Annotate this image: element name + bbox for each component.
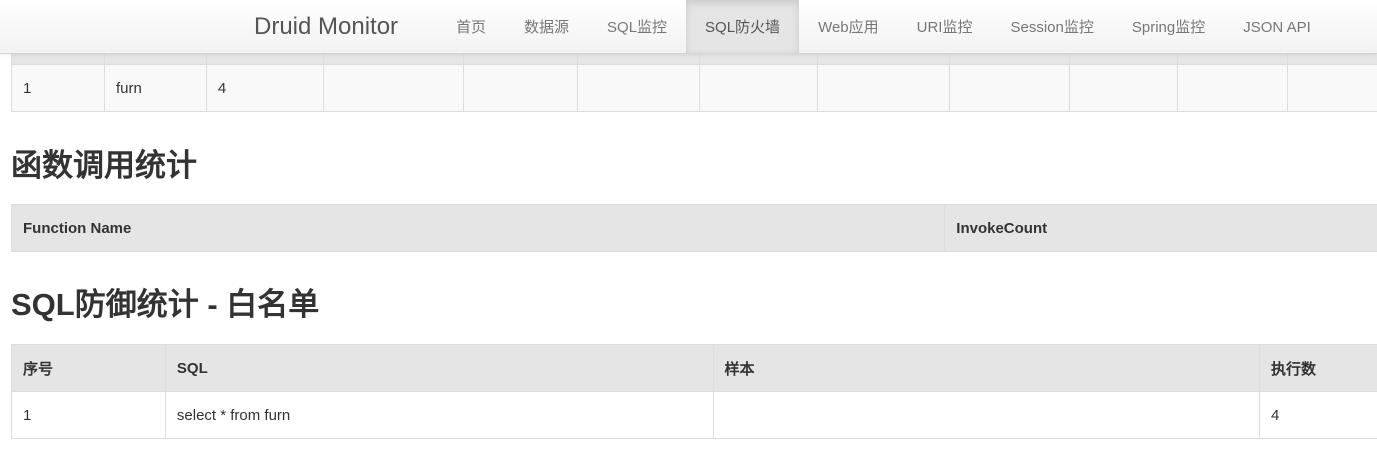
table-cell [322,64,464,112]
column-header-sample[interactable]: 样本 [712,344,1260,392]
column-header-sql[interactable]: SQL [164,344,713,392]
table-cell: 1 [11,391,166,439]
brand-title[interactable]: Druid Monitor [254,12,398,42]
table-cell [1069,64,1178,112]
function-stats-table: Function Name InvokeCount [11,204,1377,252]
nav-item-uri-monitor[interactable]: URI监控 [898,0,992,53]
table-row: 1 furn 4 [11,64,1377,112]
nav-item-spring-monitor[interactable]: Spring监控 [1113,0,1224,53]
table-cell [1286,64,1377,112]
nav-item-json-api[interactable]: JSON API [1224,0,1330,53]
top-navbar: Druid Monitor 首页 数据源 SQL监控 SQL防火墙 Web应用 … [0,0,1377,54]
column-header-invoke-count[interactable]: InvokeCount [944,204,1377,252]
table-cell [817,64,950,112]
nav-item-sql-firewall[interactable]: SQL防火墙 [686,0,800,53]
table-cell: furn [103,64,207,112]
table-cell: select * from furn [164,391,713,439]
column-header-exec-count[interactable]: 执行数 [1259,344,1377,392]
nav-item-session-monitor[interactable]: Session监控 [991,0,1112,53]
whitelist-table: 序号 SQL 样本 执行数 1 select * from furn 4 [11,344,1377,439]
table-cell: 4 [1259,391,1377,439]
table-cell: 1 [11,64,105,112]
whitelist-title: SQL防御统计 - 白名单 [11,287,320,322]
function-stats-title: 函数调用统计 [11,148,197,183]
table-cell [699,64,818,112]
column-header-index[interactable]: 序号 [11,344,166,392]
table-header-row [11,53,1377,65]
table-cell [949,64,1070,112]
table-header-row: 序号 SQL 样本 执行数 [11,344,1377,392]
nav-item-home[interactable]: 首页 [437,0,505,53]
nav-menu: 首页 数据源 SQL监控 SQL防火墙 Web应用 URI监控 Session监… [437,0,1330,53]
table-stats-table: 1 furn 4 [11,53,1377,112]
nav-item-web-app[interactable]: Web应用 [799,0,898,53]
column-header-function-name[interactable]: Function Name [11,204,945,252]
table-header-row: Function Name InvokeCount [11,204,1377,252]
nav-item-sql-monitor[interactable]: SQL监控 [588,0,686,53]
table-cell: 4 [205,64,324,112]
table-cell [1177,64,1288,112]
nav-item-datasource[interactable]: 数据源 [505,0,588,53]
table-cell [576,64,700,112]
table-cell [712,391,1260,439]
table-cell [462,64,578,112]
table-row: 1 select * from furn 4 [11,391,1377,439]
